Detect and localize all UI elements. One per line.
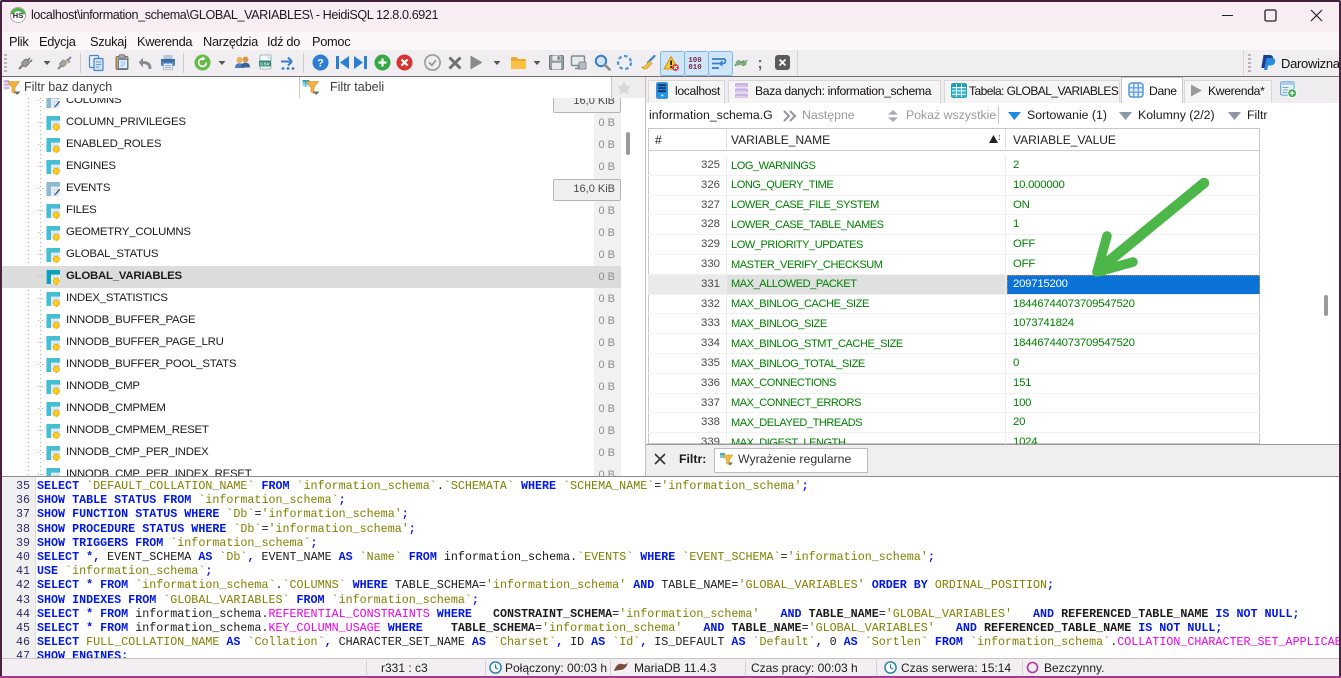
svg-text:CSV: CSV — [260, 61, 270, 66]
svg-text:HS: HS — [13, 11, 23, 20]
svg-text:?: ? — [317, 58, 324, 70]
svg-text:010: 010 — [688, 64, 702, 71]
svg-text:;: ; — [757, 55, 762, 72]
